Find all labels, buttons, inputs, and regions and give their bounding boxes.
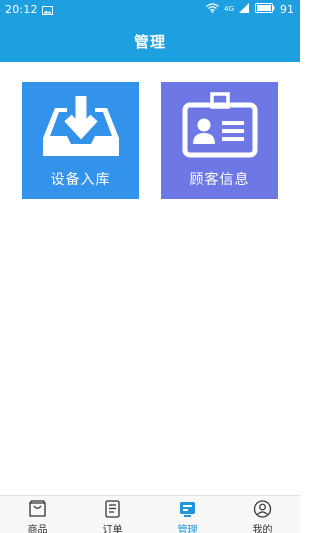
image-icon [42,5,53,18]
battery-icon [255,3,275,16]
status-bar: 20:12 4G 91 [0,0,300,20]
wifi-icon [206,3,220,16]
tab-mine[interactable]: 我的 [225,496,300,533]
status-time: 20:12 [5,3,38,16]
bottom-tab-bar: 商品 订单 管理 我的 [0,495,300,533]
management-grid: 设备入库 顾客信息 [0,62,300,495]
network-type: 4G [224,5,234,13]
tab-label: 管理 [177,525,198,533]
manage-icon [178,500,197,518]
device-stockin-tile[interactable]: 设备入库 [22,82,139,199]
tile-label: 顾客信息 [189,172,250,188]
inbox-download-icon [22,92,139,162]
signal-icon [239,3,250,16]
app-header: 20:12 4G 91 管理 [0,0,300,62]
customer-info-tile[interactable]: 顾客信息 [161,82,278,199]
user-icon [253,500,272,518]
bag-icon [28,500,47,518]
tab-label: 订单 [102,525,123,533]
tab-label: 我的 [252,525,273,533]
id-card-icon [161,92,278,162]
tab-manage[interactable]: 管理 [150,496,225,533]
page-title: 管理 [133,33,166,51]
battery-level: 91 [280,3,294,16]
tile-label: 设备入库 [50,172,111,188]
tab-label: 商品 [27,525,48,533]
order-list-icon [103,500,122,518]
tab-products[interactable]: 商品 [0,496,75,533]
tab-orders[interactable]: 订单 [75,496,150,533]
